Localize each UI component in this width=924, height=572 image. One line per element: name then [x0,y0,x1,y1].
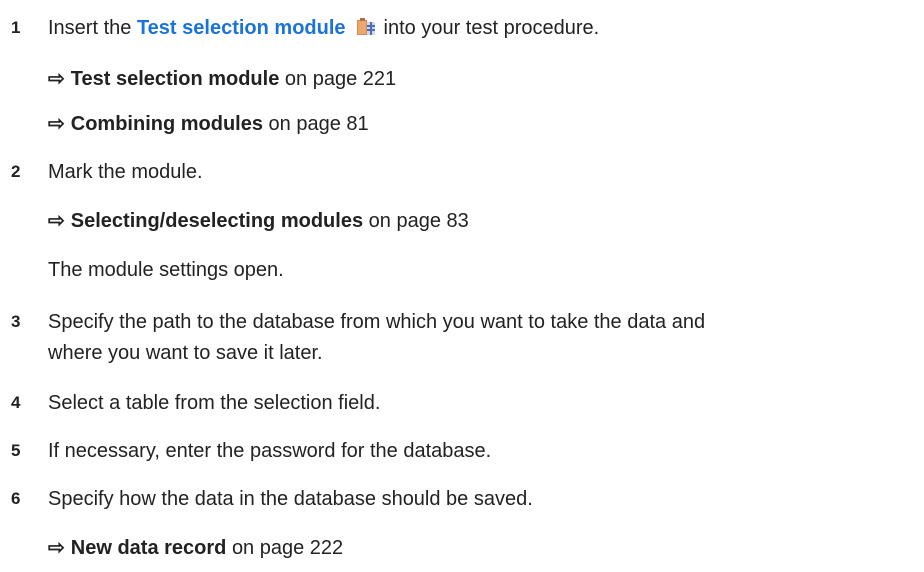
step-number: 4 [11,393,21,412]
step-text: If necessary, enter the password for the… [48,440,492,462]
reference-page: on page 83 [368,210,469,232]
step-result-note: The module settings open. [48,259,284,281]
step-number: 3 [11,312,21,331]
arrow-icon: ⇨ [48,210,65,232]
test-selection-module-link[interactable]: Test selection module [137,17,346,39]
step-text: Specify how the data in the database sho… [48,488,533,510]
reference-title: Test selection module [70,68,280,90]
step-text-before: Insert the [48,17,132,39]
step-text-line-2: where you want to save it later. [48,342,323,364]
reference-title: Combining modules [70,113,263,135]
step-number: 1 [11,18,21,37]
cross-reference[interactable]: ⇨ Selecting/deselecting modules on page 8… [48,209,469,233]
cross-reference[interactable]: ⇨ Combining modules on page 81 [48,112,369,136]
step-text-after: into your test procedure. [383,17,600,39]
module-icon [356,17,376,43]
step-text: Mark the module. [48,161,203,183]
arrow-icon: ⇨ [48,113,65,135]
reference-title: Selecting/deselecting modules [70,210,364,232]
arrow-icon: ⇨ [48,537,65,559]
cross-reference[interactable]: ⇨ New data record on page 222 [48,536,343,560]
reference-page: on page 81 [268,113,369,135]
reference-title: New data record [70,537,227,559]
step-text-line-1: Specify the path to the database from wh… [48,311,706,333]
step-number: 2 [11,162,21,181]
reference-page: on page 221 [284,68,397,90]
cross-reference[interactable]: ⇨ Test selection module on page 221 [48,67,396,91]
step-number: 6 [11,489,21,508]
arrow-icon: ⇨ [48,68,65,90]
step-text: Insert the Test selection module into yo… [48,16,599,43]
step-number: 5 [11,441,21,460]
step-text: Select a table from the selection field. [48,392,381,414]
reference-page: on page 222 [231,537,344,559]
